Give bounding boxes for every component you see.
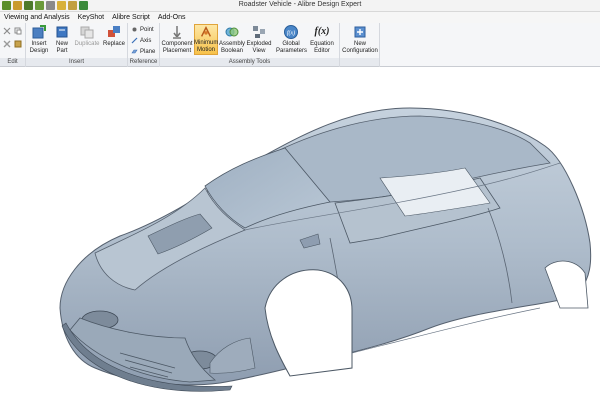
duplicate-icon xyxy=(80,26,94,39)
duplicate-label: Duplicate xyxy=(74,41,100,47)
replace-icon xyxy=(108,26,120,37)
duplicate-button[interactable]: Duplicate xyxy=(73,24,101,48)
group-label-edit: Edit xyxy=(0,58,25,66)
global-parameters-button[interactable]: f(x) Global Parameters xyxy=(276,24,308,55)
point-button[interactable]: Point xyxy=(131,25,154,34)
ribbon-group-edit: Edit xyxy=(0,23,26,67)
new-configuration-label: New Configuration xyxy=(342,41,378,54)
delete-icon[interactable] xyxy=(3,40,11,48)
component-placement-button[interactable]: Component Placement xyxy=(161,24,193,55)
group-label-assembly-tools: Assembly Tools xyxy=(160,58,339,66)
exploded-view-icon xyxy=(253,26,265,38)
insert-design-label: Insert Design xyxy=(29,41,49,54)
paste-icon[interactable] xyxy=(14,40,22,48)
svg-text:f(x): f(x) xyxy=(287,30,295,37)
minimum-motion-label: Minimum Motion xyxy=(194,40,219,53)
global-parameters-icon: f(x) xyxy=(284,25,298,39)
ribbon-group-configuration: New Configuration xyxy=(340,23,380,67)
global-parameters-label: Global Parameters xyxy=(276,41,308,54)
exploded-view-label: Exploded View xyxy=(246,41,272,54)
plane-label: Plane xyxy=(140,48,156,55)
assembly-boolean-button[interactable]: Assembly Boolean xyxy=(219,24,245,55)
axis-icon xyxy=(131,37,138,44)
equation-editor-label: Equation Editor xyxy=(310,41,334,54)
axis-label: Axis xyxy=(140,37,152,44)
window-title: Roadster Vehicle - Alibre Design Expert xyxy=(238,1,362,8)
roadster-car-model[interactable] xyxy=(0,68,600,400)
menu-viewing-and-analysis[interactable]: Viewing and Analysis xyxy=(2,14,74,21)
group-label-insert: Insert xyxy=(26,58,127,66)
plane-icon xyxy=(131,49,138,54)
ribbon-group-reference: Point Axis Plane Reference xyxy=(128,23,160,67)
point-icon xyxy=(132,27,137,32)
assembly-boolean-label: Assembly Boolean xyxy=(219,41,246,54)
ribbon-group-insert: Insert Design New Part Duplicate Replace… xyxy=(26,23,128,67)
equation-editor-icon: f(x) xyxy=(314,26,330,37)
point-label: Point xyxy=(140,26,154,33)
ribbon: Edit Insert Design New Part Duplicate Re… xyxy=(0,23,600,67)
assembly-boolean-icon xyxy=(225,27,239,37)
new-part-icon xyxy=(56,26,68,38)
new-configuration-icon xyxy=(354,26,366,38)
plane-button[interactable]: Plane xyxy=(131,47,155,56)
new-part-label: New Part xyxy=(55,41,68,54)
ribbon-group-assembly-tools: Component Placement Minimum Motion Assem… xyxy=(160,23,340,67)
component-placement-icon xyxy=(173,26,181,39)
minimum-motion-button[interactable]: Minimum Motion xyxy=(194,24,218,55)
cut-icon[interactable] xyxy=(3,27,11,35)
3d-viewport[interactable] xyxy=(0,68,600,400)
replace-label: Replace xyxy=(102,41,125,47)
axis-button[interactable]: Axis xyxy=(131,36,151,45)
menu-keyshot[interactable]: KeyShot xyxy=(74,14,108,21)
minimum-motion-icon xyxy=(200,26,212,37)
menu-add-ons[interactable]: Add-Ons xyxy=(154,14,190,21)
menu-bar: Viewing and Analysis KeyShot Alibre Scri… xyxy=(0,12,600,23)
exploded-view-button[interactable]: Exploded View xyxy=(246,24,272,55)
group-label-reference: Reference xyxy=(128,58,159,66)
menu-alibre-script[interactable]: Alibre Script xyxy=(108,14,154,21)
group-label-configuration xyxy=(340,58,379,66)
title-bar: Roadster Vehicle - Alibre Design Expert xyxy=(0,0,600,12)
equation-editor-button[interactable]: f(x) Equation Editor xyxy=(308,24,336,55)
copy-icon[interactable] xyxy=(14,27,22,35)
replace-button[interactable]: Replace xyxy=(102,24,126,48)
insert-design-icon xyxy=(32,25,46,39)
new-configuration-button[interactable]: New Configuration xyxy=(342,24,378,55)
insert-design-button[interactable]: Insert Design xyxy=(28,24,50,55)
new-part-button[interactable]: New Part xyxy=(53,24,71,55)
component-placement-label: Component Placement xyxy=(161,41,193,54)
